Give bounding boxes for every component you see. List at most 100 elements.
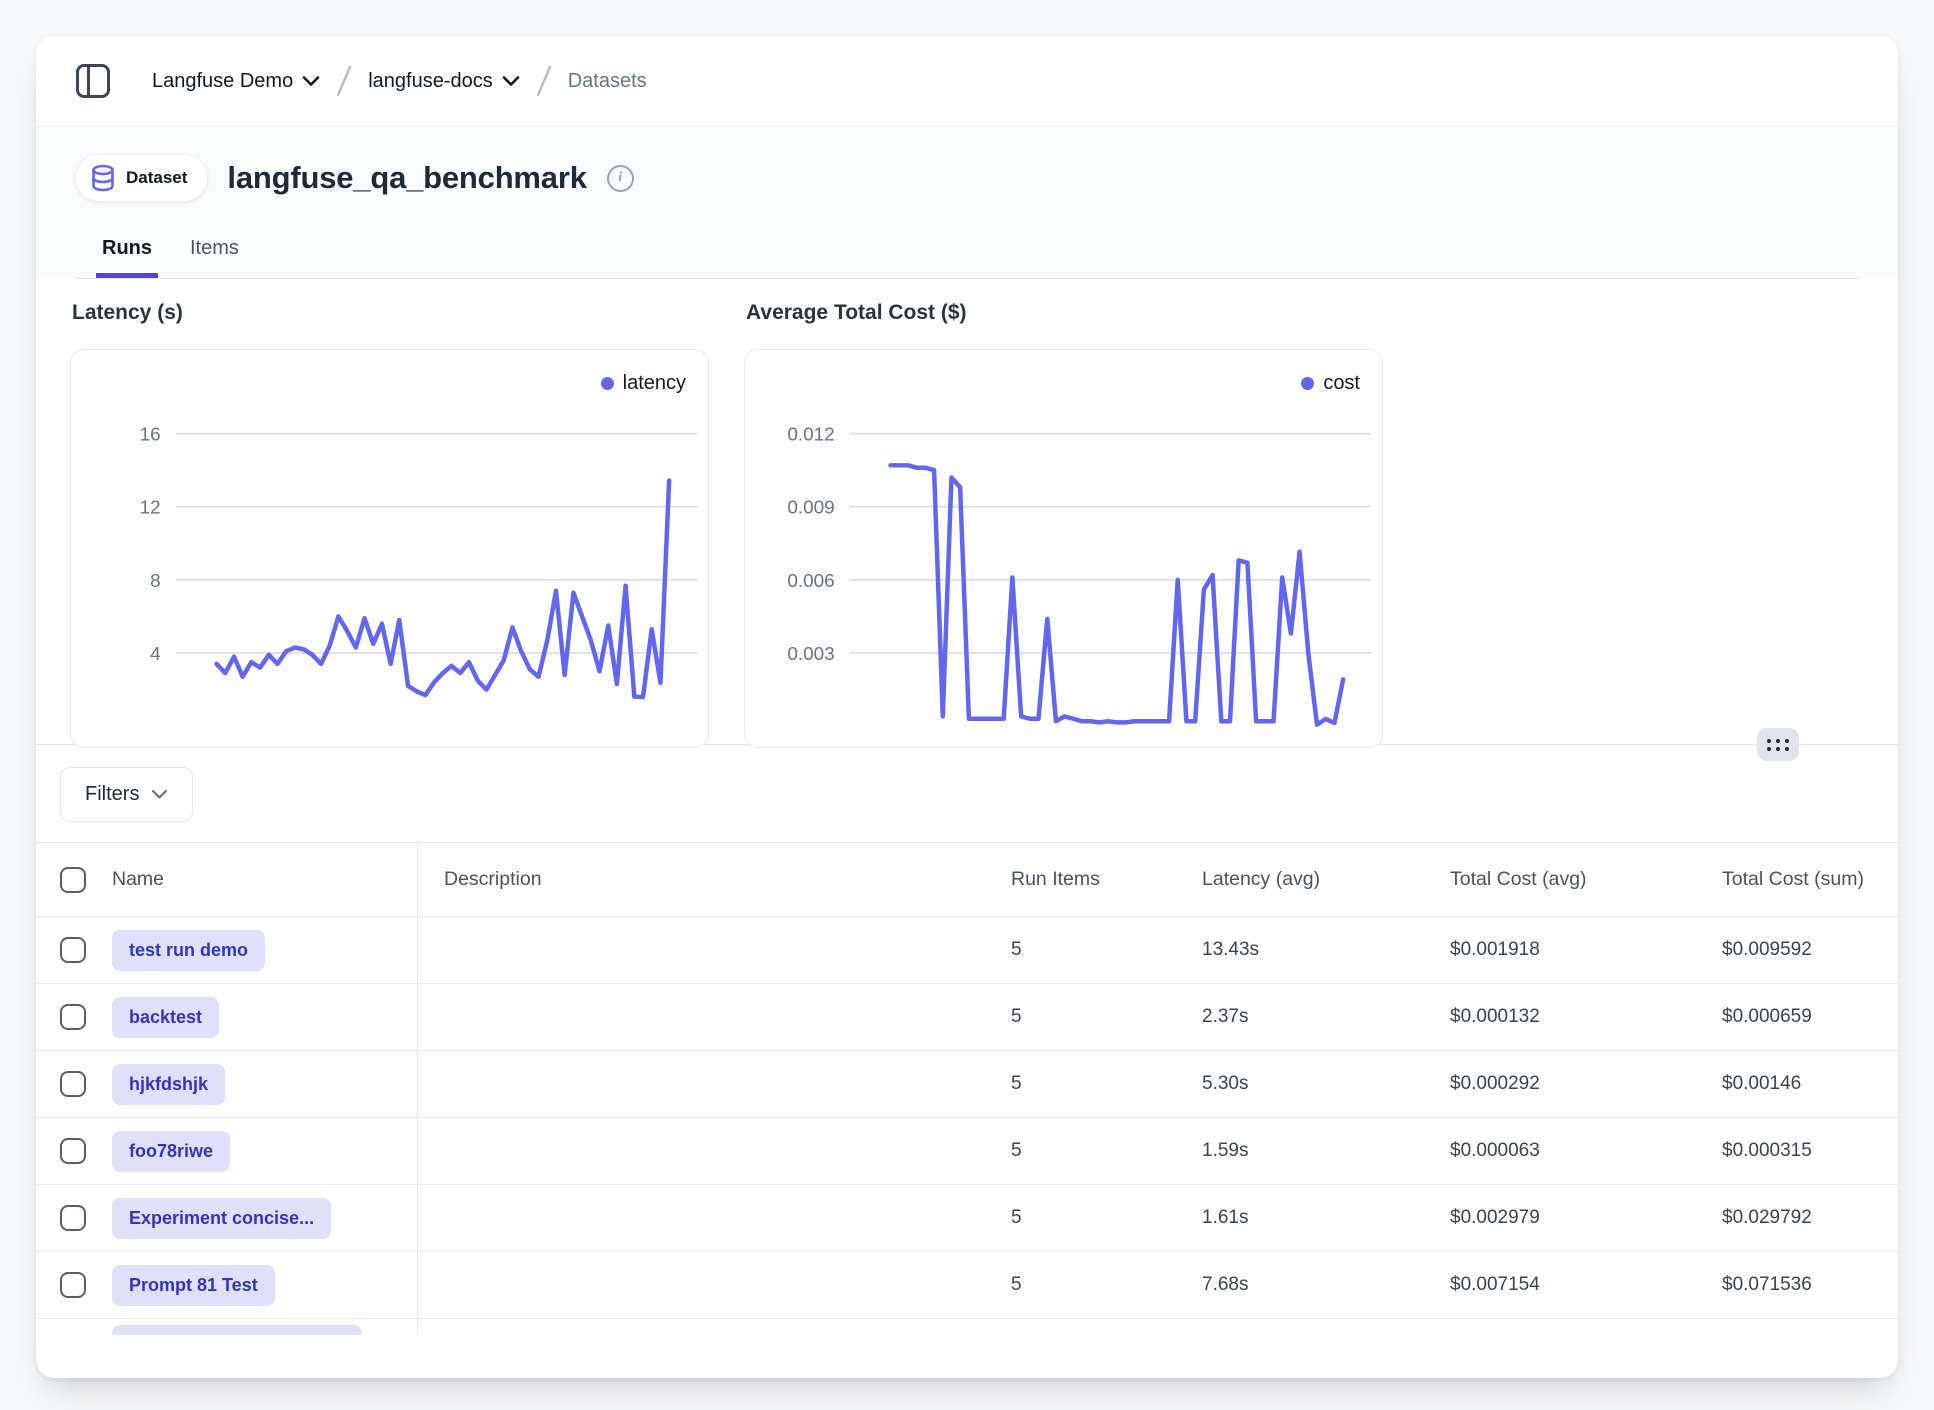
tab-runs[interactable]: Runs xyxy=(100,231,154,278)
row-checkbox[interactable] xyxy=(60,1004,86,1030)
run-total-cost-avg: $0.001918 xyxy=(1450,939,1722,961)
breadcrumb-org[interactable]: Langfuse Demo xyxy=(152,70,320,93)
breadcrumb-page[interactable]: Datasets xyxy=(568,70,647,93)
latency-chart-block: Latency (s) 4 8 12 16 latency xyxy=(70,301,709,748)
chevron-down-icon xyxy=(302,75,320,87)
dataset-type-label: Dataset xyxy=(126,168,187,188)
breadcrumb-separator xyxy=(334,63,354,99)
runs-table: Name Description Run Items Latency (avg)… xyxy=(36,842,1898,1335)
table-header-row: Name Description Run Items Latency (avg)… xyxy=(36,842,1898,917)
y-axis-tick-label: 16 xyxy=(140,425,161,446)
dataset-type-pill: Dataset xyxy=(76,155,207,201)
filters-button[interactable]: Filters xyxy=(60,767,193,822)
latency-chart: 4 8 12 16 latency xyxy=(70,349,709,748)
run-latency-avg: 1.59s xyxy=(1202,1140,1450,1162)
y-axis-tick-label: 4 xyxy=(150,644,161,665)
run-items-count: 5 xyxy=(1011,1073,1202,1095)
run-total-cost-sum: $0.00146 xyxy=(1722,1073,1898,1095)
run-total-cost-avg: $0.002979 xyxy=(1450,1207,1722,1229)
legend-label: latency xyxy=(623,372,686,395)
run-items-count: 5 xyxy=(1011,1274,1202,1296)
run-latency-avg: 5.30s xyxy=(1202,1073,1450,1095)
table-row[interactable]: Prompt 81 Test57.68s$0.007154$0.071536 xyxy=(36,1252,1898,1319)
tab-items[interactable]: Items xyxy=(188,231,241,278)
panel-resize-handle[interactable] xyxy=(1757,728,1799,761)
row-checkbox[interactable] xyxy=(60,937,86,963)
y-axis-tick-label: 0.003 xyxy=(787,644,834,665)
legend-dot-icon xyxy=(601,377,614,390)
run-items-count: 5 xyxy=(1011,1140,1202,1162)
run-total-cost-avg: $0.000292 xyxy=(1450,1073,1722,1095)
run-name-badge[interactable]: foo78riwe xyxy=(112,1131,230,1172)
column-header-description: Description xyxy=(418,868,1011,891)
latency-line xyxy=(217,481,670,698)
y-axis-tick-label: 0.009 xyxy=(787,498,834,519)
y-axis-tick-label: 0.012 xyxy=(787,425,834,446)
charts-section: Latency (s) 4 8 12 16 latency Average Total… xyxy=(36,279,1898,745)
run-name-badge xyxy=(112,1325,362,1335)
column-header-total-cost-avg: Total Cost (avg) xyxy=(1450,868,1722,891)
run-name-badge[interactable]: backtest xyxy=(112,997,219,1038)
top-navigation-bar: Langfuse Demo langfuse-docs Datasets xyxy=(36,36,1898,127)
run-name-badge[interactable]: Experiment concise... xyxy=(112,1198,331,1239)
cost-line-plot: 0.003 0.006 0.009 0.012 xyxy=(745,350,1382,747)
run-total-cost-sum: $0.009592 xyxy=(1722,939,1898,961)
column-header-total-cost-sum: Total Cost (sum) xyxy=(1722,868,1898,891)
run-latency-avg: 2.37s xyxy=(1202,1006,1450,1028)
table-row[interactable]: backtest 52.37s$0.000132$0.000659 xyxy=(36,984,1898,1051)
breadcrumb-separator xyxy=(534,63,554,99)
run-name-badge[interactable]: Prompt 81 Test xyxy=(112,1265,275,1306)
page-title: langfuse_qa_benchmark xyxy=(227,160,586,196)
legend-label: cost xyxy=(1323,372,1360,395)
cost-chart: 0.003 0.006 0.009 0.012 cost xyxy=(744,349,1383,748)
database-icon xyxy=(90,164,116,192)
row-checkbox[interactable] xyxy=(60,1205,86,1231)
latency-line-plot: 4 8 12 16 xyxy=(71,350,708,747)
run-total-cost-sum: $0.029792 xyxy=(1722,1207,1898,1229)
column-header-run-items: Run Items xyxy=(1011,868,1202,891)
info-icon[interactable]: i xyxy=(607,165,634,192)
cost-chart-block: Average Total Cost ($) 0.0030.0060.0090.… xyxy=(744,301,1383,748)
breadcrumb-page-label: Datasets xyxy=(568,70,647,93)
table-row[interactable]: test run demo 513.43s$0.001918$0.009592 xyxy=(36,917,1898,984)
tab-bar: Runs Items xyxy=(76,231,1858,279)
run-name-badge[interactable]: test run demo xyxy=(112,930,265,971)
row-checkbox[interactable] xyxy=(60,1071,86,1097)
cost-legend: cost xyxy=(1301,372,1360,395)
run-items-count: 5 xyxy=(1011,1207,1202,1229)
cost-chart-title: Average Total Cost ($) xyxy=(746,301,1383,325)
table-row[interactable]: foo78riwe 51.59s$0.000063$0.000315 xyxy=(36,1118,1898,1185)
row-checkbox[interactable] xyxy=(60,1138,86,1164)
dataset-header: Dataset langfuse_qa_benchmark i Runs Ite… xyxy=(36,127,1898,279)
run-total-cost-sum: $0.000315 xyxy=(1722,1140,1898,1162)
run-total-cost-avg: $0.000063 xyxy=(1450,1140,1722,1162)
filters-section: Filters xyxy=(36,745,1898,842)
table-row-partial xyxy=(36,1319,1898,1335)
run-total-cost-avg: $0.007154 xyxy=(1450,1274,1722,1296)
run-total-cost-avg: $0.000132 xyxy=(1450,1006,1722,1028)
run-items-count: 5 xyxy=(1011,939,1202,961)
latency-legend: latency xyxy=(601,372,686,395)
run-latency-avg: 13.43s xyxy=(1202,939,1450,961)
chevron-down-icon xyxy=(502,75,520,87)
column-header-latency-avg: Latency (avg) xyxy=(1202,868,1450,891)
y-axis-tick-label: 12 xyxy=(140,498,161,519)
table-row[interactable]: Experiment concise...51.61s$0.002979$0.0… xyxy=(36,1185,1898,1252)
app-window: Langfuse Demo langfuse-docs Datasets xyxy=(36,36,1898,1378)
run-name-badge[interactable]: hjkfdshjk xyxy=(112,1064,225,1105)
breadcrumb-project-label: langfuse-docs xyxy=(368,70,493,93)
chevron-down-icon xyxy=(151,789,168,800)
y-axis-tick-label: 8 xyxy=(150,571,161,592)
row-checkbox[interactable] xyxy=(60,1272,86,1298)
table-row[interactable]: hjkfdshjk 55.30s$0.000292$0.00146 xyxy=(36,1051,1898,1118)
table-body: test run demo513.43s$0.001918$0.009592ba… xyxy=(36,917,1898,1335)
breadcrumb-project[interactable]: langfuse-docs xyxy=(368,70,520,93)
run-items-count: 5 xyxy=(1011,1006,1202,1028)
select-all-checkbox[interactable] xyxy=(60,867,86,893)
breadcrumb: Langfuse Demo langfuse-docs Datasets xyxy=(152,63,647,99)
sidebar-toggle-icon[interactable] xyxy=(76,64,110,98)
latency-chart-title: Latency (s) xyxy=(72,301,709,325)
y-axis-tick-label: 0.006 xyxy=(787,571,834,592)
run-total-cost-sum: $0.000659 xyxy=(1722,1006,1898,1028)
breadcrumb-org-label: Langfuse Demo xyxy=(152,70,293,93)
